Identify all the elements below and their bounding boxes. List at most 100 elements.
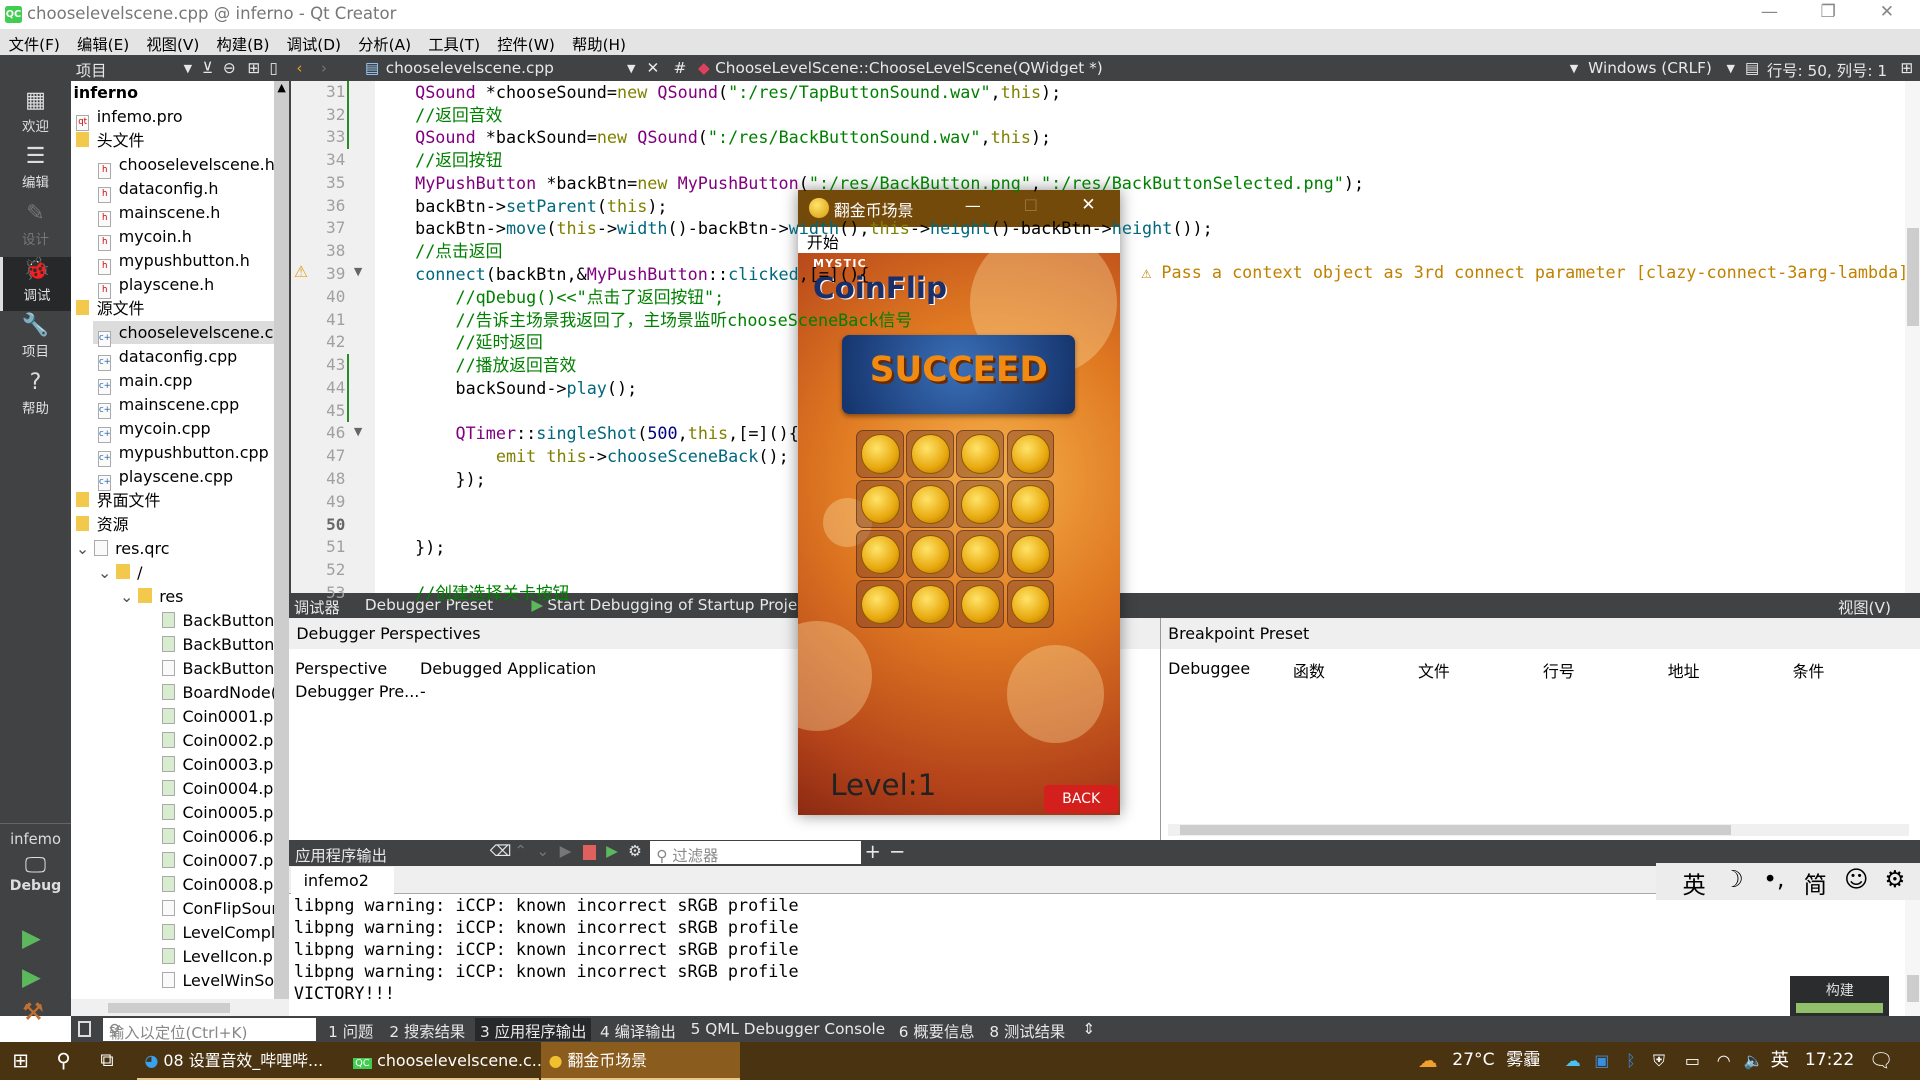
tree-item[interactable]: h mycoin.h [97, 225, 192, 252]
coin-cell[interactable] [906, 580, 954, 629]
close-file-icon[interactable]: ✕ [647, 59, 660, 77]
coin-cell[interactable] [1006, 580, 1055, 629]
filter-icon[interactable]: ⊻ [202, 59, 213, 77]
coin-cell[interactable] [855, 429, 904, 478]
menu-item[interactable]: 文件(F) [0, 29, 68, 55]
tree-scrollbar[interactable]: ▲ [274, 80, 289, 1000]
ime-item[interactable]: •, [1763, 866, 1784, 893]
tree-item[interactable]: 资源 [75, 513, 129, 536]
column-header[interactable]: 函数 [1293, 659, 1325, 682]
tree-item[interactable]: BackButtonSelected.png [161, 633, 289, 656]
column-header[interactable]: Debugged Application [420, 659, 596, 678]
build-progress-widget[interactable]: 构建 [1790, 975, 1890, 1017]
minimize-button[interactable]: — [965, 196, 981, 215]
security-icon[interactable]: ⛨ [1646, 1042, 1665, 1080]
tree-item[interactable]: 源文件 [75, 297, 144, 320]
tree-horizontal-scrollbar[interactable] [71, 999, 289, 1017]
tree-item[interactable]: Coin0004.png [161, 777, 289, 800]
search-icon[interactable]: ⚲ [49, 1042, 70, 1080]
application-output[interactable]: libpng warning: iCCP: known incorrect sR… [288, 893, 1906, 1017]
ime-item[interactable]: ⚙ [1884, 866, 1905, 893]
tree-item[interactable]: inferno [73, 81, 138, 104]
tree-item[interactable]: qt infemo.pro [75, 105, 183, 132]
tree-item[interactable]: c+ chooselevelscene.cpp [93, 320, 289, 348]
windows-start-icon[interactable]: ⊞ [5, 1042, 28, 1080]
tree-item[interactable]: Coin0001.png [161, 705, 289, 728]
split-editor-icon[interactable]: ⊞ [1900, 59, 1913, 77]
chevron-down-icon[interactable]: ▼ [627, 62, 635, 75]
coin-cell[interactable] [855, 580, 904, 629]
coin-cell[interactable] [855, 530, 904, 578]
start-debugging-button[interactable]: Start Debugging of Startup Project [547, 596, 811, 614]
column-header[interactable]: 地址 [1668, 659, 1700, 682]
scroll-up-icon[interactable]: ▲ [274, 81, 289, 94]
tree-item[interactable]: Coin0008.png [161, 873, 289, 896]
back-arrow-icon[interactable]: ‹ [296, 59, 302, 77]
tree-item[interactable]: h dataconfig.h [97, 177, 218, 204]
close-button[interactable]: ✕ [1081, 195, 1095, 215]
ime-item[interactable]: ☽ [1723, 866, 1744, 893]
tree-item[interactable]: LevelIcon.png [161, 945, 289, 968]
views-menu[interactable]: 视图(V) [1838, 596, 1891, 618]
mode-pencil[interactable]: ✎ 设计 [0, 201, 71, 255]
menu-item[interactable]: 工具(T) [420, 29, 489, 55]
remove-icon[interactable]: − [889, 840, 905, 863]
tree-item[interactable]: 界面文件 [75, 489, 160, 512]
volume-icon[interactable]: 🔈 [1736, 1042, 1764, 1080]
mode-edit[interactable]: ☰ 编辑 [0, 144, 71, 198]
forward-arrow-icon[interactable]: › [321, 59, 327, 77]
menu-item[interactable]: 视图(V) [138, 29, 208, 55]
build-hammer-icon[interactable]: ⚒ [22, 997, 44, 1026]
coin-cell[interactable] [956, 530, 1005, 578]
fold-marker-icon[interactable]: ▼ [354, 265, 362, 278]
tree-item[interactable]: h mainscene.h [97, 201, 220, 228]
mode-wrench[interactable]: 🔧 项目 [0, 313, 71, 367]
coin-cell[interactable] [855, 479, 904, 528]
taskbar-app-edge[interactable]: ◕ 08 设置音效_哔哩哔... [137, 1042, 346, 1080]
open-file-selector[interactable]: chooselevelscene.cpp [386, 59, 554, 77]
column-header[interactable]: 行号 [1543, 659, 1575, 682]
tree-item[interactable]: Coin0003.png [161, 753, 289, 776]
task-view-icon[interactable]: ⧉ [93, 1042, 113, 1080]
coin-cell[interactable] [956, 580, 1005, 629]
output-pane-tab[interactable]: 3 应用程序输出 [475, 1017, 592, 1041]
tree-item[interactable]: c+ dataconfig.cpp [97, 345, 237, 372]
kit-selector[interactable]: infemo 🖵 Debug [0, 822, 72, 894]
debug-run-icon[interactable]: ▶ [22, 962, 41, 991]
close-button[interactable]: ✕ [1859, 2, 1915, 26]
tree-item[interactable]: 头文件 [75, 129, 144, 152]
debug-icon[interactable]: ▶ [606, 842, 618, 860]
editor-scrollbar[interactable] [1905, 80, 1920, 593]
link-icon[interactable]: ⊖ [223, 59, 236, 77]
tree-item[interactable]: LevelCompleted.png [161, 921, 289, 944]
tree-item[interactable]: BackButtonSound.wav [161, 657, 289, 680]
ime-item[interactable]: 简 [1804, 866, 1827, 900]
expand-arrow-icon[interactable]: ⌄ [120, 587, 138, 606]
tree-item[interactable]: c+ main.cpp [97, 369, 193, 396]
symbol-selector[interactable]: ChooseLevelScene::ChooseLevelScene(QWidg… [715, 59, 1103, 77]
app-tray-icon[interactable]: ▣ [1587, 1042, 1609, 1080]
menu-item[interactable]: 调试(D) [278, 29, 349, 55]
run-icon[interactable]: ▶ [560, 842, 572, 860]
column-header[interactable]: Perspective [295, 659, 387, 678]
tree-item[interactable]: LevelWinSound.wav [161, 969, 289, 992]
tree-item[interactable]: Coin0007.png [161, 849, 289, 872]
tree-item[interactable]: h playscene.h [97, 273, 214, 300]
mode-help[interactable]: ? 帮助 [0, 370, 71, 424]
toggle-sidebar-icon[interactable] [78, 1021, 91, 1038]
down-icon[interactable]: ⌄ [536, 842, 549, 860]
coin-cell[interactable] [906, 530, 954, 578]
tree-item[interactable]: c+ mainscene.cpp [97, 393, 239, 420]
column-header[interactable]: Debuggee [1168, 659, 1250, 678]
tree-item[interactable]: c+ playscene.cpp [97, 465, 233, 492]
minimize-button[interactable]: — [1741, 2, 1797, 26]
column-header[interactable]: 条件 [1793, 659, 1825, 682]
tree-item[interactable]: Coin0006.png [161, 825, 289, 848]
add-icon[interactable]: + [864, 840, 880, 863]
mode-bug[interactable]: 🐞 调试 [0, 257, 72, 311]
tree-item[interactable]: BackButton.png [161, 609, 289, 632]
run-icon[interactable]: ▶ [22, 923, 41, 952]
taskbar-app-game[interactable]: ● 翻金币场景 [541, 1042, 740, 1080]
tree-item[interactable]: h mypushbutton.h [97, 249, 250, 276]
chevron-down-icon[interactable]: ▼ [1727, 62, 1735, 75]
